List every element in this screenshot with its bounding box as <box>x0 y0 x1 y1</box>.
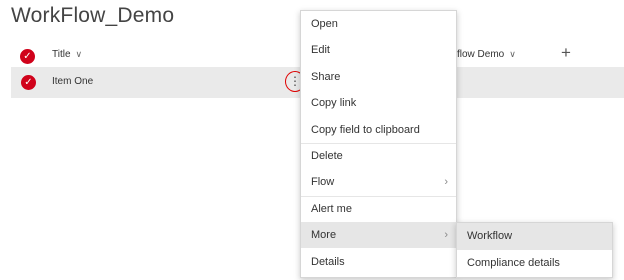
menu-item-open[interactable]: Open <box>301 11 456 37</box>
menu-item-share[interactable]: Share <box>301 64 456 90</box>
menu-item-copy-field[interactable]: Copy field to clipboard <box>301 117 456 143</box>
chevron-right-icon: › <box>444 229 448 241</box>
menu-item-flow[interactable]: Flow › <box>301 169 456 195</box>
row-check-icon[interactable]: ✓ <box>21 75 36 90</box>
chevron-right-icon: › <box>444 176 448 188</box>
menu-item-details[interactable]: Details <box>301 249 456 275</box>
select-all-check-icon[interactable]: ✓ <box>20 49 35 64</box>
context-menu: Open Edit Share Copy link Copy field to … <box>300 10 457 278</box>
chevron-down-icon: ∨ <box>75 49 83 59</box>
menu-item-flow-label: Flow <box>311 176 335 188</box>
more-submenu: Workflow Compliance details <box>456 222 613 278</box>
column-header-title-label: Title <box>52 49 71 60</box>
column-header-workflow[interactable]: flow Demo ∨ <box>457 49 516 60</box>
column-header-title[interactable]: Title ∨ <box>52 49 82 60</box>
menu-item-edit[interactable]: Edit <box>301 37 456 63</box>
page-title: WorkFlow_Demo <box>11 4 175 27</box>
menu-item-alert-me[interactable]: Alert me <box>301 196 456 222</box>
column-header-workflow-label: flow Demo <box>457 49 505 60</box>
submenu-item-compliance-details[interactable]: Compliance details <box>457 250 612 277</box>
menu-item-more-label: More <box>311 229 337 241</box>
add-column-plus-icon[interactable]: + <box>561 44 571 62</box>
chevron-down-icon: ∨ <box>509 49 516 59</box>
menu-item-delete[interactable]: Delete <box>301 143 456 169</box>
menu-item-copy-link[interactable]: Copy link <box>301 90 456 116</box>
menu-item-more[interactable]: More › <box>301 222 456 248</box>
submenu-item-workflow[interactable]: Workflow <box>457 223 612 250</box>
row-title[interactable]: Item One <box>52 76 93 87</box>
